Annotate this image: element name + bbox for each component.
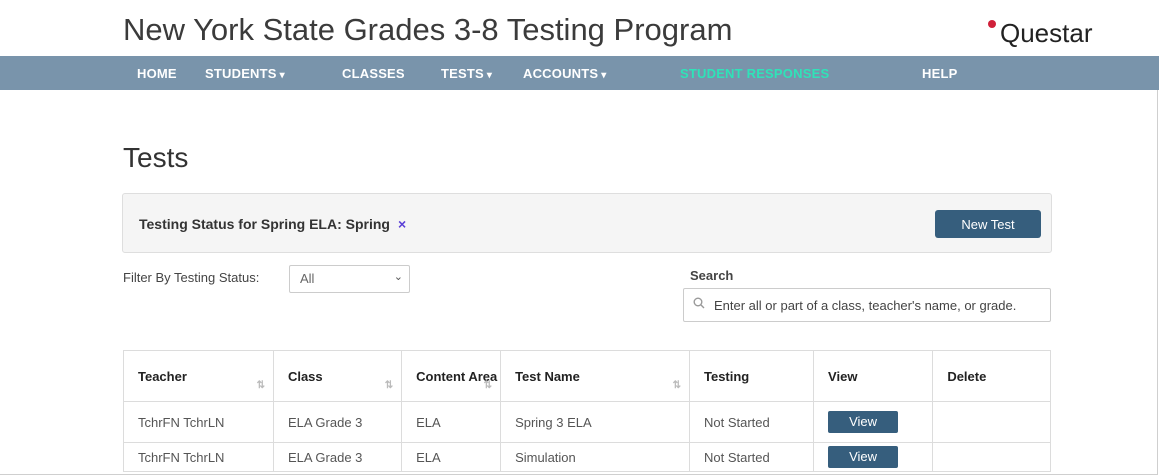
nav-tests[interactable]: TESTS ▾ <box>441 66 492 81</box>
table-header-row: Teacher ⇅ Class ⇅ Content Area ⇅ Test Name ⇅… <box>123 350 1051 402</box>
cell-view: View <box>813 401 934 443</box>
status-filter-label: Filter By Testing Status: <box>123 270 260 285</box>
chevron-down-icon: ▾ <box>279 70 285 81</box>
cell-class: ELA Grade 3 <box>272 401 403 443</box>
header: New York State Grades 3-8 Testing Progra… <box>0 0 1159 56</box>
search-icon <box>693 297 705 309</box>
chevron-down-icon: ▾ <box>601 70 607 81</box>
nav-classes[interactable]: CLASSES <box>342 66 405 81</box>
cell-delete <box>932 401 1051 443</box>
cell-test-name: Spring 3 ELA <box>500 401 690 443</box>
cell-view: View <box>813 442 934 472</box>
cell-content-area: ELA <box>401 401 502 443</box>
column-header-test-name[interactable]: Test Name ⇅ <box>500 350 690 402</box>
testing-status-text: Testing Status for Spring ELA: Spring × <box>139 216 407 232</box>
brand-logo-icon <box>988 20 996 28</box>
nav-students[interactable]: STUDENTS ▾ <box>205 66 285 81</box>
status-filter-select[interactable]: All ⌄ <box>289 265 410 293</box>
cell-teacher: TchrFN TchrLN <box>123 442 274 472</box>
chevron-down-icon: ⌄ <box>393 271 403 283</box>
main-nav: HOME STUDENTS ▾ CLASSES TESTS ▾ ACCOUNTS ▾ … <box>0 56 1159 90</box>
nav-accounts[interactable]: ACCOUNTS ▾ <box>523 66 607 81</box>
search-input[interactable] <box>712 294 1048 316</box>
sort-icon[interactable]: ⇅ <box>673 380 681 391</box>
nav-help[interactable]: HELP <box>922 66 957 81</box>
testing-status-panel: Testing Status for Spring ELA: Spring × N… <box>122 193 1052 253</box>
column-header-delete: Delete <box>932 350 1051 402</box>
view-button[interactable]: View <box>828 411 899 433</box>
view-button[interactable]: View <box>828 446 899 468</box>
nav-home[interactable]: HOME <box>137 66 177 81</box>
column-header-content-area[interactable]: Content Area ⇅ <box>401 350 502 402</box>
search-box <box>683 288 1051 322</box>
close-icon[interactable]: × <box>398 216 406 232</box>
brand-logo: Questar <box>1000 18 1093 48</box>
sort-icon[interactable]: ⇅ <box>385 380 393 391</box>
sort-icon[interactable]: ⇅ <box>257 380 265 391</box>
cell-test-name: Simulation <box>500 442 690 472</box>
cell-class: ELA Grade 3 <box>272 442 403 472</box>
page-title: Tests <box>123 142 189 173</box>
status-filter-value: All <box>300 271 315 286</box>
table-row: TchrFN TchrLN ELA Grade 3 ELA Simulation… <box>123 442 1051 472</box>
cell-delete <box>932 442 1051 472</box>
app-title: New York State Grades 3-8 Testing Progra… <box>123 12 733 47</box>
tests-table: Teacher ⇅ Class ⇅ Content Area ⇅ Test Name ⇅… <box>123 350 1051 472</box>
cell-content-area: ELA <box>401 442 502 472</box>
nav-student-responses[interactable]: STUDENT RESPONSES <box>680 66 829 81</box>
new-test-button[interactable]: New Test <box>935 210 1041 238</box>
cell-testing-status: Not Started <box>688 401 815 443</box>
cell-testing-status: Not Started <box>688 442 815 472</box>
table-row: TchrFN TchrLN ELA Grade 3 ELA Spring 3 E… <box>123 401 1051 443</box>
sort-icon[interactable]: ⇅ <box>484 380 492 391</box>
column-header-testing[interactable]: Testing <box>688 350 815 402</box>
chevron-down-icon: ▾ <box>486 70 493 81</box>
column-header-teacher[interactable]: Teacher ⇅ <box>123 350 274 402</box>
column-header-class[interactable]: Class ⇅ <box>272 350 403 402</box>
status-tag: Spring <box>345 216 390 232</box>
column-header-view: View <box>813 350 934 402</box>
search-label: Search <box>690 268 734 283</box>
cell-teacher: TchrFN TchrLN <box>123 401 274 443</box>
